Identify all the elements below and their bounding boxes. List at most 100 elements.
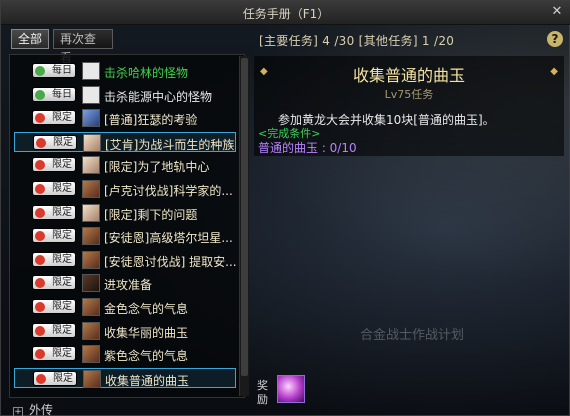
quest-list-scrollbar[interactable] <box>239 56 249 396</box>
quest-row[interactable]: 限定 [安徒恩]高级塔尔坦星... <box>14 226 236 246</box>
quest-name: [安徒恩]高级塔尔坦星... <box>104 231 233 246</box>
badge-dot-icon <box>35 325 45 336</box>
badge-dot-icon <box>36 137 46 148</box>
quest-name: 收集普通的曲玉 <box>105 373 190 388</box>
side-story-category[interactable]: + 外传 <box>13 401 53 416</box>
quest-counts: [主要任务] 4 /30 [其他任务] 1 /20 <box>259 34 455 48</box>
daily-badge: 每日 <box>32 86 76 102</box>
npc-portrait-icon <box>82 62 100 80</box>
quest-name: [卢克讨伐战]科学家的... <box>104 184 233 198</box>
limited-badge: 限定 <box>32 275 76 291</box>
quest-name: [普通]狂瑟的考验 <box>104 113 198 128</box>
badge-label: 限定 <box>52 348 72 360</box>
quest-row[interactable]: 每日 击杀哈林的怪物 <box>14 61 236 81</box>
badge-dot-icon <box>35 349 45 360</box>
tab-all[interactable]: 全部 <box>11 29 49 49</box>
badge-dot-icon <box>36 373 46 384</box>
quest-row[interactable]: 限定 [限定]为了地轨中心 <box>14 155 236 175</box>
limited-badge: 限定 <box>32 251 76 267</box>
quest-name: 收集华丽的曲玉 <box>104 325 189 340</box>
badge-dot-icon <box>35 254 45 265</box>
quest-journal-window: 任务手册（F1） ✕ 全部 再次查看 [主要任务] 4 /30 [其他任务] 1… <box>0 0 570 416</box>
title-bar[interactable]: 任务手册（F1） ✕ <box>1 1 570 25</box>
daily-badge: 每日 <box>32 63 76 78</box>
badge-label: 限定 <box>52 277 72 289</box>
limited-badge: 限定 <box>32 322 76 338</box>
reward-item-icon[interactable] <box>277 375 305 403</box>
badge-label: 限定 <box>53 372 73 384</box>
quest-name: [艾肯]为战斗而生的种族 <box>105 137 235 152</box>
expand-icon[interactable]: + <box>13 407 23 416</box>
quest-level: Lv75任务 <box>384 88 434 101</box>
npc-portrait-icon <box>82 109 100 128</box>
npc-portrait-icon <box>82 156 100 175</box>
quest-row[interactable]: 限定 [限定]剩下的问题 <box>14 203 236 223</box>
badge-dot-icon <box>35 302 45 312</box>
quest-row[interactable]: 限定 金色念气的气息 <box>14 297 236 317</box>
badge-label: 每日 <box>52 65 72 76</box>
badge-dot-icon <box>35 278 45 289</box>
quest-progress: 普通的曲玉 : 0/10 <box>258 141 357 155</box>
reward-label: 奖励 <box>257 379 268 406</box>
quest-detail-title: 收集普通的曲玉 <box>352 66 465 85</box>
badge-label: 限定 <box>52 230 72 242</box>
badge-dot-icon <box>35 66 45 76</box>
quest-row[interactable]: 每日 击杀能源中心的怪物 <box>14 85 236 105</box>
tab-review-again[interactable]: 再次查看 <box>53 29 113 65</box>
limited-badge: 限定 <box>32 181 76 196</box>
limited-badge: 限定 <box>33 370 77 386</box>
quest-row[interactable]: 限定 [普通]狂瑟的考验 <box>14 108 236 128</box>
quest-row[interactable]: 限定 收集普通的曲玉 <box>14 367 236 388</box>
badge-dot-icon <box>35 160 45 171</box>
limited-badge: 限定 <box>32 228 76 244</box>
badge-label: 限定 <box>52 324 72 336</box>
quest-name: 金色念气的气息 <box>104 302 189 316</box>
quest-name: 进攻准备 <box>104 278 153 293</box>
quest-list: 每日 击杀哈林的怪物 每日 击杀能源中心的怪物 限定 [普通]狂瑟的考验 限定 [艾肯]为战斗… <box>9 54 245 398</box>
badge-label: 限定 <box>52 183 72 194</box>
badge-label: 限定 <box>52 159 72 171</box>
limited-badge: 限定 <box>32 204 76 220</box>
scrollbar-thumb[interactable] <box>241 58 248 376</box>
limited-badge: 限定 <box>32 110 76 126</box>
quest-row[interactable]: 限定 紫色念气的气息 <box>14 344 236 364</box>
npc-portrait-icon <box>83 369 101 388</box>
badge-label: 每日 <box>52 88 72 100</box>
npc-portrait-icon <box>82 250 100 269</box>
badge-dot-icon <box>35 89 45 100</box>
badge-dot-icon <box>35 207 45 218</box>
quest-detail-panel: ◆ 收集普通的曲玉 ◆ Lv75任务 参加黄龙大会并收集10块[普通的曲玉]。 … <box>254 56 564 156</box>
help-icon[interactable]: ? <box>547 31 563 47</box>
quest-row[interactable]: 限定 [安徒恩讨伐战] 提取安... <box>14 250 237 270</box>
quest-name: 击杀哈林的怪物 <box>104 66 189 80</box>
badge-dot-icon <box>35 231 45 242</box>
quest-row[interactable]: 限定 [艾肯]为战斗而生的种族 <box>14 131 236 152</box>
close-icon[interactable]: ✕ <box>549 4 565 20</box>
arrow-right-icon: ◆ <box>550 66 558 77</box>
badge-label: 限定 <box>52 112 72 124</box>
npc-portrait-icon <box>82 298 100 316</box>
npc-portrait-icon <box>83 133 101 152</box>
toolbar: 全部 再次查看 [主要任务] 4 /30 [其他任务] 1 /20 ? <box>1 27 570 65</box>
limited-badge: 限定 <box>33 134 77 150</box>
npc-portrait-icon <box>82 203 100 222</box>
badge-label: 限定 <box>52 206 72 218</box>
quest-row[interactable]: 限定 进攻准备 <box>14 273 236 293</box>
quest-name: [限定]为了地轨中心 <box>104 160 210 175</box>
quest-name: [限定]剩下的问题 <box>104 207 198 222</box>
quest-name: [安徒恩讨伐战] 提取安... <box>104 254 237 269</box>
badge-dot-icon <box>35 184 45 194</box>
npc-portrait-icon <box>82 274 100 293</box>
limited-badge: 限定 <box>32 299 76 314</box>
badge-label: 限定 <box>52 253 72 265</box>
quest-row[interactable]: 限定 收集华丽的曲玉 <box>14 321 236 341</box>
quest-row[interactable]: 限定 [卢克讨伐战]科学家的... <box>14 179 236 199</box>
quest-name: 紫色念气的气息 <box>104 349 189 364</box>
limited-badge: 限定 <box>32 157 76 173</box>
badge-label: 限定 <box>53 136 73 148</box>
npc-portrait-icon <box>82 85 100 104</box>
npc-portrait-icon <box>82 180 100 198</box>
window-title: 任务手册（F1） <box>242 7 330 21</box>
npc-portrait-icon <box>82 321 100 340</box>
badge-dot-icon <box>35 113 45 124</box>
